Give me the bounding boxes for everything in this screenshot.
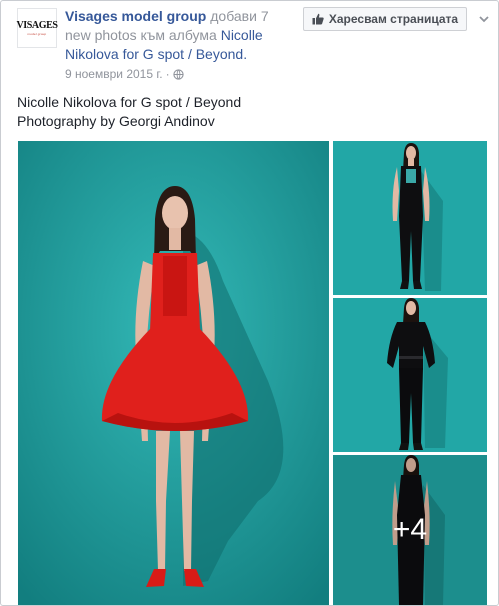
logo-subtext: model group	[27, 32, 47, 36]
black-jumpsuit-image	[333, 141, 487, 295]
like-button-label: Харесвам страницата	[328, 12, 459, 26]
post-caption: Nicolle Nikolova for G spot / Beyond Pho…	[17, 93, 477, 131]
photo-black-blouse-pants[interactable]	[333, 298, 487, 452]
page-name-link[interactable]: Visages model group	[65, 8, 206, 24]
thumbs-up-icon	[312, 13, 324, 25]
red-dress-image	[18, 141, 329, 605]
caption-line-1: Nicolle Nikolova for G spot / Beyond	[17, 94, 242, 110]
chevron-down-icon[interactable]	[477, 12, 491, 26]
photo-red-dress[interactable]	[18, 141, 329, 605]
black-blouse-pants-image	[333, 298, 487, 452]
like-page-button[interactable]: Харесвам страницата	[303, 7, 467, 31]
feed-post: VISAGES model group Visages model group …	[0, 0, 499, 606]
page-avatar[interactable]: VISAGES model group	[16, 8, 58, 48]
globe-icon	[172, 68, 184, 80]
logo-text: VISAGES	[16, 20, 58, 31]
post-date[interactable]: 9 ноември 2015 г.	[65, 67, 163, 81]
photo-black-dress-more[interactable]: +4	[333, 455, 487, 605]
caption-line-2: Photography by Georgi Andinov	[17, 113, 215, 129]
more-photos-count[interactable]: +4	[333, 455, 487, 605]
photo-black-jumpsuit[interactable]	[333, 141, 487, 295]
post-headline: Visages model group добави 7 new photos …	[65, 7, 293, 64]
post-meta: 9 ноември 2015 г. ·	[65, 67, 184, 81]
meta-separator: ·	[165, 67, 170, 81]
